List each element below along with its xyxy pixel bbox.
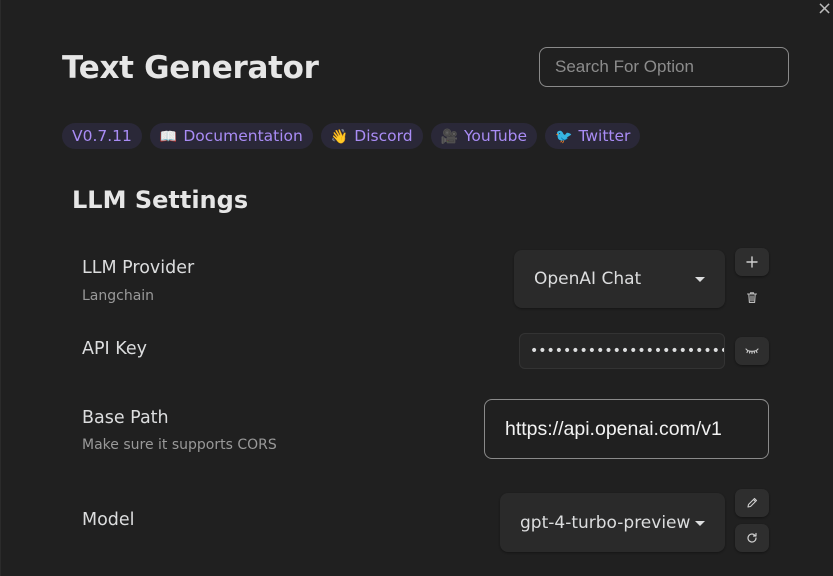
youtube-link[interactable]: 🎥 YouTube: [430, 123, 538, 149]
base-path-description: Make sure it supports CORS: [82, 437, 277, 453]
provider-selected-value: OpenAI Chat: [534, 269, 642, 289]
api-key-label: API Key: [82, 339, 147, 359]
chevron-down-icon: [695, 520, 705, 526]
documentation-label: Documentation: [183, 127, 303, 145]
settings-panel: × Text Generator V0.7.11 📖 Documentation …: [0, 0, 833, 576]
bird-icon: 🐦: [555, 129, 573, 145]
pencil-icon: [747, 497, 758, 508]
twitter-link[interactable]: 🐦 Twitter: [545, 123, 641, 149]
waving-hand-icon: 👋: [330, 129, 349, 145]
model-label: Model: [82, 510, 135, 530]
youtube-label: YouTube: [463, 127, 528, 145]
provider-description: Langchain: [82, 288, 155, 304]
search-input[interactable]: [539, 47, 789, 87]
base-path-input[interactable]: [484, 399, 769, 459]
trash-icon: [746, 291, 758, 303]
book-icon: 📖: [159, 129, 178, 145]
page-title: Text Generator: [62, 50, 319, 86]
model-select[interactable]: gpt-4-turbo-preview: [500, 493, 725, 552]
toggle-api-key-visibility-button[interactable]: [735, 337, 769, 365]
chevron-down-icon: [695, 277, 705, 282]
badge-row: V0.7.11 📖 Documentation 👋 Discord 🎥 YouTube…: [62, 123, 641, 149]
close-icon[interactable]: ×: [817, 0, 833, 22]
eye-closed-icon: [745, 348, 759, 354]
refresh-icon: [747, 532, 757, 543]
api-key-masked-value: ••••••••••••••••••••••••••••••: [530, 343, 724, 359]
discord-label: Discord: [354, 127, 413, 145]
discord-link[interactable]: 👋 Discord: [320, 123, 423, 149]
plus-icon: [746, 256, 758, 268]
base-path-label: Base Path: [82, 408, 169, 428]
edit-model-button[interactable]: [735, 489, 769, 517]
version-label: V0.7.11: [72, 127, 132, 145]
add-provider-button[interactable]: [735, 248, 769, 276]
provider-select[interactable]: OpenAI Chat: [514, 250, 725, 308]
delete-provider-button[interactable]: [735, 285, 769, 309]
model-selected-value: gpt-4-turbo-preview: [520, 512, 691, 533]
movie-camera-icon: 🎥: [440, 129, 458, 145]
section-title: LLM Settings: [72, 186, 249, 214]
version-badge[interactable]: V0.7.11: [62, 123, 142, 149]
documentation-link[interactable]: 📖 Documentation: [149, 123, 313, 149]
refresh-models-button[interactable]: [735, 524, 769, 552]
provider-label: LLM Provider: [82, 258, 195, 278]
twitter-label: Twitter: [578, 127, 631, 145]
api-key-input[interactable]: ••••••••••••••••••••••••••••••: [519, 333, 725, 369]
